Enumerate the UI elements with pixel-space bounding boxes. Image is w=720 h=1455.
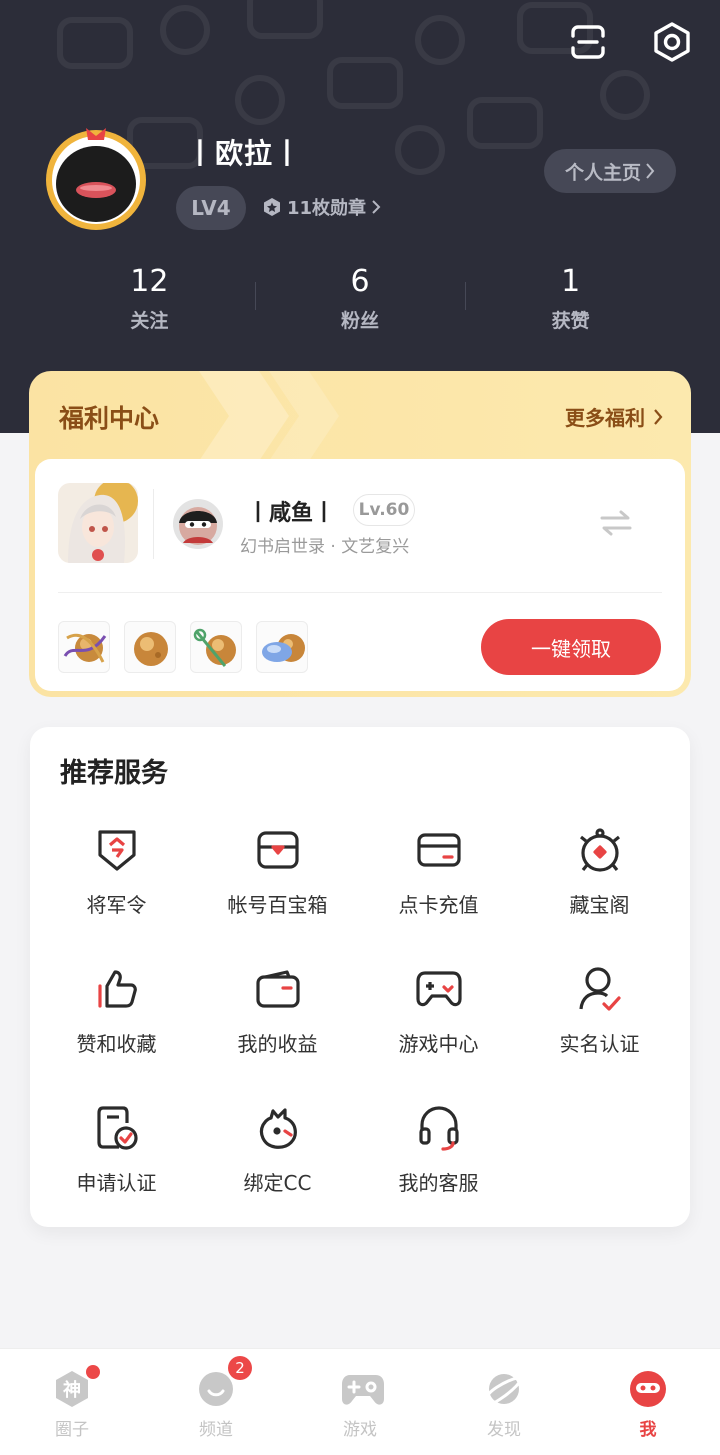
welfare-center-card: 福利中心 更多福利 丨咸鱼丨 Lv.60 幻书启世录 · 文艺复兴 一键领取 — [29, 371, 691, 697]
role-level-badge: Lv.60 — [353, 494, 415, 526]
service-label: 点卡充值 — [398, 893, 479, 917]
tab-label: 游戏 — [343, 1420, 377, 1440]
wallet-icon — [253, 964, 303, 1014]
tab-label: 圈子 — [55, 1420, 89, 1440]
reward-item[interactable] — [256, 621, 308, 673]
services-grid: 将军令 帐号百宝箱 点卡充值 藏宝阁 赞和收藏 我的收益 游戏中心 实名认证 申… — [30, 825, 690, 1242]
service-general-token[interactable]: 将军令 — [36, 825, 197, 964]
me-icon — [628, 1369, 668, 1409]
service-label: 申请认证 — [76, 1171, 157, 1195]
channel-icon: 2 — [196, 1356, 252, 1409]
stats-row: 12 关注 6 粉丝 1 获赞 — [44, 264, 676, 333]
settings-icon[interactable] — [652, 20, 692, 64]
stat-label: 粉丝 — [341, 310, 380, 332]
tab-label: 发现 — [487, 1420, 521, 1440]
divider — [58, 592, 662, 593]
planet-icon — [484, 1369, 524, 1409]
service-label: 我的收益 — [237, 1032, 318, 1056]
user-verify-icon — [575, 964, 625, 1014]
stat-following[interactable]: 12 关注 — [44, 264, 255, 333]
chevron-right-icon — [372, 200, 381, 214]
services-title: 推荐服务 — [60, 758, 168, 789]
medals-count: 11枚勋章 — [287, 198, 367, 219]
reward-items — [58, 621, 308, 673]
service-game-center[interactable]: 游戏中心 — [358, 964, 519, 1103]
service-label: 我的客服 — [398, 1171, 479, 1195]
service-likes-favorites[interactable]: 赞和收藏 — [36, 964, 197, 1103]
service-customer-support[interactable]: 我的客服 — [358, 1103, 519, 1242]
tab-label: 频道 — [199, 1420, 233, 1440]
service-label: 赞和收藏 — [76, 1032, 157, 1056]
welfare-role-panel: 丨咸鱼丨 Lv.60 幻书启世录 · 文艺复兴 一键领取 — [35, 459, 685, 691]
recommended-services-card: 推荐服务 将军令 帐号百宝箱 点卡充值 藏宝阁 赞和收藏 我的收益 游戏中心 实… — [30, 727, 690, 1227]
svg-text:神: 神 — [63, 1379, 81, 1401]
headset-icon — [414, 1103, 464, 1153]
stat-value: 12 — [130, 264, 169, 299]
service-label: 绑定CC — [243, 1171, 312, 1195]
tab-circle[interactable]: 神 圈子 — [0, 1349, 144, 1455]
welfare-chevron-decoration — [199, 371, 339, 461]
service-bind-cc[interactable]: 绑定CC — [197, 1103, 358, 1242]
service-account-treasure-box[interactable]: 帐号百宝箱 — [197, 825, 358, 964]
notification-count: 2 — [228, 1356, 252, 1380]
role-server: 幻书启世录 · 文艺复兴 — [240, 537, 410, 557]
service-my-earnings[interactable]: 我的收益 — [197, 964, 358, 1103]
username: 丨欧拉丨 — [186, 137, 303, 170]
circle-icon: 神 — [52, 1365, 100, 1409]
tab-games[interactable]: 游戏 — [288, 1349, 432, 1455]
card-recharge-icon — [414, 825, 464, 875]
service-label: 帐号百宝箱 — [227, 893, 328, 917]
homepage-button[interactable]: 个人主页 — [544, 149, 676, 193]
service-card-recharge[interactable]: 点卡充值 — [358, 825, 519, 964]
stat-likes[interactable]: 1 获赞 — [465, 264, 676, 333]
role-avatar — [173, 499, 223, 549]
profile-header: 丨欧拉丨 LV4 11枚勋章 个人主页 12 关注 6 粉丝 1 获赞 — [0, 0, 720, 433]
swap-role-icon[interactable] — [599, 509, 633, 537]
reward-item[interactable] — [190, 621, 242, 673]
stat-value: 6 — [350, 264, 370, 299]
stat-value: 1 — [561, 264, 581, 299]
welfare-title: 福利中心 — [59, 404, 160, 433]
stat-label: 关注 — [130, 310, 169, 332]
notification-dot — [86, 1365, 100, 1379]
gamepad-icon — [414, 964, 464, 1014]
homepage-label: 个人主页 — [564, 161, 641, 184]
service-treasure-pavilion[interactable]: 藏宝阁 — [519, 825, 680, 964]
thumbs-up-icon — [92, 964, 142, 1014]
gamepad-icon — [340, 1369, 384, 1409]
divider — [153, 489, 154, 559]
service-label: 实名认证 — [559, 1032, 640, 1056]
level-badge: LV4 — [176, 186, 246, 230]
service-real-name-verify[interactable]: 实名认证 — [519, 964, 680, 1103]
role-name: 丨咸鱼丨 — [247, 501, 336, 526]
chevron-right-icon — [646, 163, 655, 179]
more-welfare-link[interactable]: 更多福利 — [565, 402, 663, 431]
game-cover-image[interactable] — [58, 483, 138, 563]
scan-icon[interactable] — [568, 20, 608, 64]
apply-cert-icon — [92, 1103, 142, 1153]
service-apply-certification[interactable]: 申请认证 — [36, 1103, 197, 1242]
service-label: 将军令 — [86, 893, 147, 917]
user-avatar[interactable] — [42, 124, 150, 232]
chevron-right-icon — [654, 408, 663, 425]
general-token-icon — [92, 825, 142, 875]
reward-item[interactable] — [124, 621, 176, 673]
reward-item[interactable] — [58, 621, 110, 673]
tab-me[interactable]: 我 — [576, 1349, 720, 1455]
tab-discover[interactable]: 发现 — [432, 1349, 576, 1455]
tab-label: 我 — [639, 1420, 657, 1440]
tab-channel[interactable]: 2 频道 — [144, 1349, 288, 1455]
stat-followers[interactable]: 6 粉丝 — [254, 264, 466, 333]
treasure-pavilion-icon — [575, 825, 625, 875]
service-label: 藏宝阁 — [569, 893, 630, 917]
claim-all-button[interactable]: 一键领取 — [481, 619, 661, 675]
treasure-box-icon — [253, 825, 303, 875]
service-label: 游戏中心 — [398, 1032, 479, 1056]
more-welfare-label: 更多福利 — [565, 406, 645, 430]
bottom-tab-bar: 神 圈子 2 频道 游戏 发现 我 — [0, 1348, 720, 1455]
bind-cc-icon — [253, 1103, 303, 1153]
stat-label: 获赞 — [551, 310, 590, 332]
medal-icon — [264, 198, 280, 216]
medals-link[interactable]: 11枚勋章 — [262, 194, 381, 220]
